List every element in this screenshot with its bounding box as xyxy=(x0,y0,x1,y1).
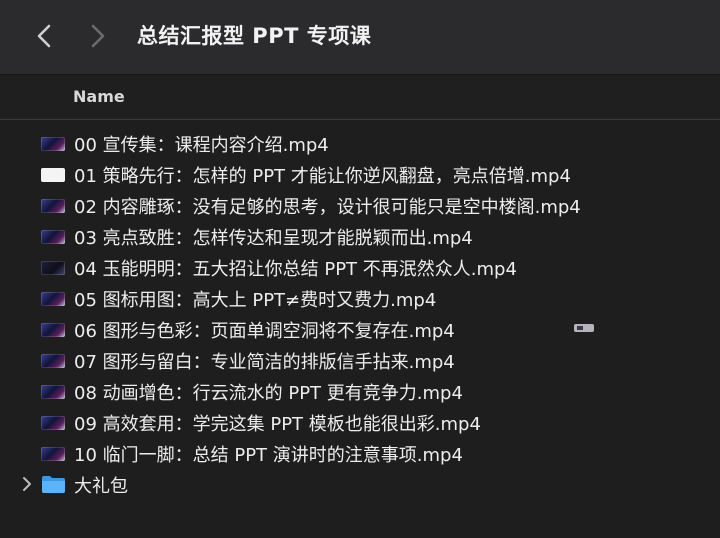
file-name: 10 临门一脚：总结 PPT 演讲时的注意事项.mp4 xyxy=(74,445,463,466)
status-area xyxy=(0,508,720,538)
video-file-icon xyxy=(41,323,65,337)
file-name: 03 亮点致胜：怎样传达和呈现才能脱颖而出.mp4 xyxy=(74,228,473,249)
file-row[interactable]: 01 策略先行：怎样的 PPT 才能让你逆风翻盘，亮点倍增.mp4 xyxy=(0,159,720,190)
file-name: 09 高效套用：学完这集 PPT 模板也能很出彩.mp4 xyxy=(74,414,481,435)
toolbar: 总结汇报型 PPT 专项课 xyxy=(0,0,720,75)
file-name: 00 宣传集：课程内容介绍.mp4 xyxy=(74,135,329,156)
file-row[interactable]: 10 临门一脚：总结 PPT 演讲时的注意事项.mp4 xyxy=(0,438,720,469)
video-file-icon xyxy=(41,416,65,430)
forward-button[interactable] xyxy=(84,20,112,52)
file-name: 07 图形与留白：专业简洁的排版信手拈来.mp4 xyxy=(74,352,455,373)
video-file-icon xyxy=(41,261,65,275)
video-file-icon xyxy=(41,385,65,399)
file-row[interactable]: 06 图形与色彩：页面单调空洞将不复存在.mp4 xyxy=(0,314,720,345)
chevron-left-icon xyxy=(37,24,51,48)
file-row[interactable]: 02 内容雕琢：没有足够的思考，设计很可能只是空中楼阁.mp4 xyxy=(0,190,720,221)
column-header-name[interactable]: Name xyxy=(73,87,125,106)
finder-window: 总结汇报型 PPT 专项课 Name 00 宣传集：课程内容介绍.mp4 01 … xyxy=(0,0,720,538)
file-name: 08 动画增色：行云流水的 PPT 更有竞争力.mp4 xyxy=(74,383,463,404)
back-button[interactable] xyxy=(30,20,58,52)
video-file-icon xyxy=(41,168,65,182)
video-file-icon xyxy=(41,230,65,244)
chevron-right-icon xyxy=(23,477,31,491)
file-name: 04 玉能明明：五大招让你总结 PPT 不再泯然众人.mp4 xyxy=(74,259,517,280)
video-file-icon xyxy=(41,199,65,213)
file-name: 02 内容雕琢：没有足够的思考，设计很可能只是空中楼阁.mp4 xyxy=(74,197,581,218)
file-row[interactable]: 03 亮点致胜：怎样传达和呈现才能脱颖而出.mp4 xyxy=(0,221,720,252)
file-list: 00 宣传集：课程内容介绍.mp4 01 策略先行：怎样的 PPT 才能让你逆风… xyxy=(0,128,720,500)
chevron-right-icon xyxy=(91,24,105,48)
video-file-icon xyxy=(41,354,65,368)
pointer-icon xyxy=(574,324,594,332)
file-row[interactable]: 07 图形与留白：专业简洁的排版信手拈来.mp4 xyxy=(0,345,720,376)
video-file-icon xyxy=(41,137,65,151)
file-row[interactable]: 09 高效套用：学完这集 PPT 模板也能很出彩.mp4 xyxy=(0,407,720,438)
file-row[interactable]: 05 图标用图：高大上 PPT≠费时又费力.mp4 xyxy=(0,283,720,314)
file-row[interactable]: 00 宣传集：课程内容介绍.mp4 xyxy=(0,128,720,159)
file-name: 05 图标用图：高大上 PPT≠费时又费力.mp4 xyxy=(74,290,437,311)
file-row[interactable]: 04 玉能明明：五大招让你总结 PPT 不再泯然众人.mp4 xyxy=(0,252,720,283)
file-row[interactable]: 08 动画增色：行云流水的 PPT 更有竞争力.mp4 xyxy=(0,376,720,407)
folder-icon xyxy=(42,476,65,493)
video-file-icon xyxy=(41,292,65,306)
folder-row[interactable]: 大礼包 xyxy=(0,469,720,500)
file-name: 01 策略先行：怎样的 PPT 才能让你逆风翻盘，亮点倍增.mp4 xyxy=(74,166,571,187)
video-file-icon xyxy=(41,447,65,461)
folder-name: 大礼包 xyxy=(74,476,128,497)
column-header-row: Name xyxy=(0,75,720,120)
window-title: 总结汇报型 PPT 专项课 xyxy=(137,24,372,48)
file-name: 06 图形与色彩：页面单调空洞将不复存在.mp4 xyxy=(74,321,455,342)
disclosure-triangle[interactable] xyxy=(22,476,32,496)
